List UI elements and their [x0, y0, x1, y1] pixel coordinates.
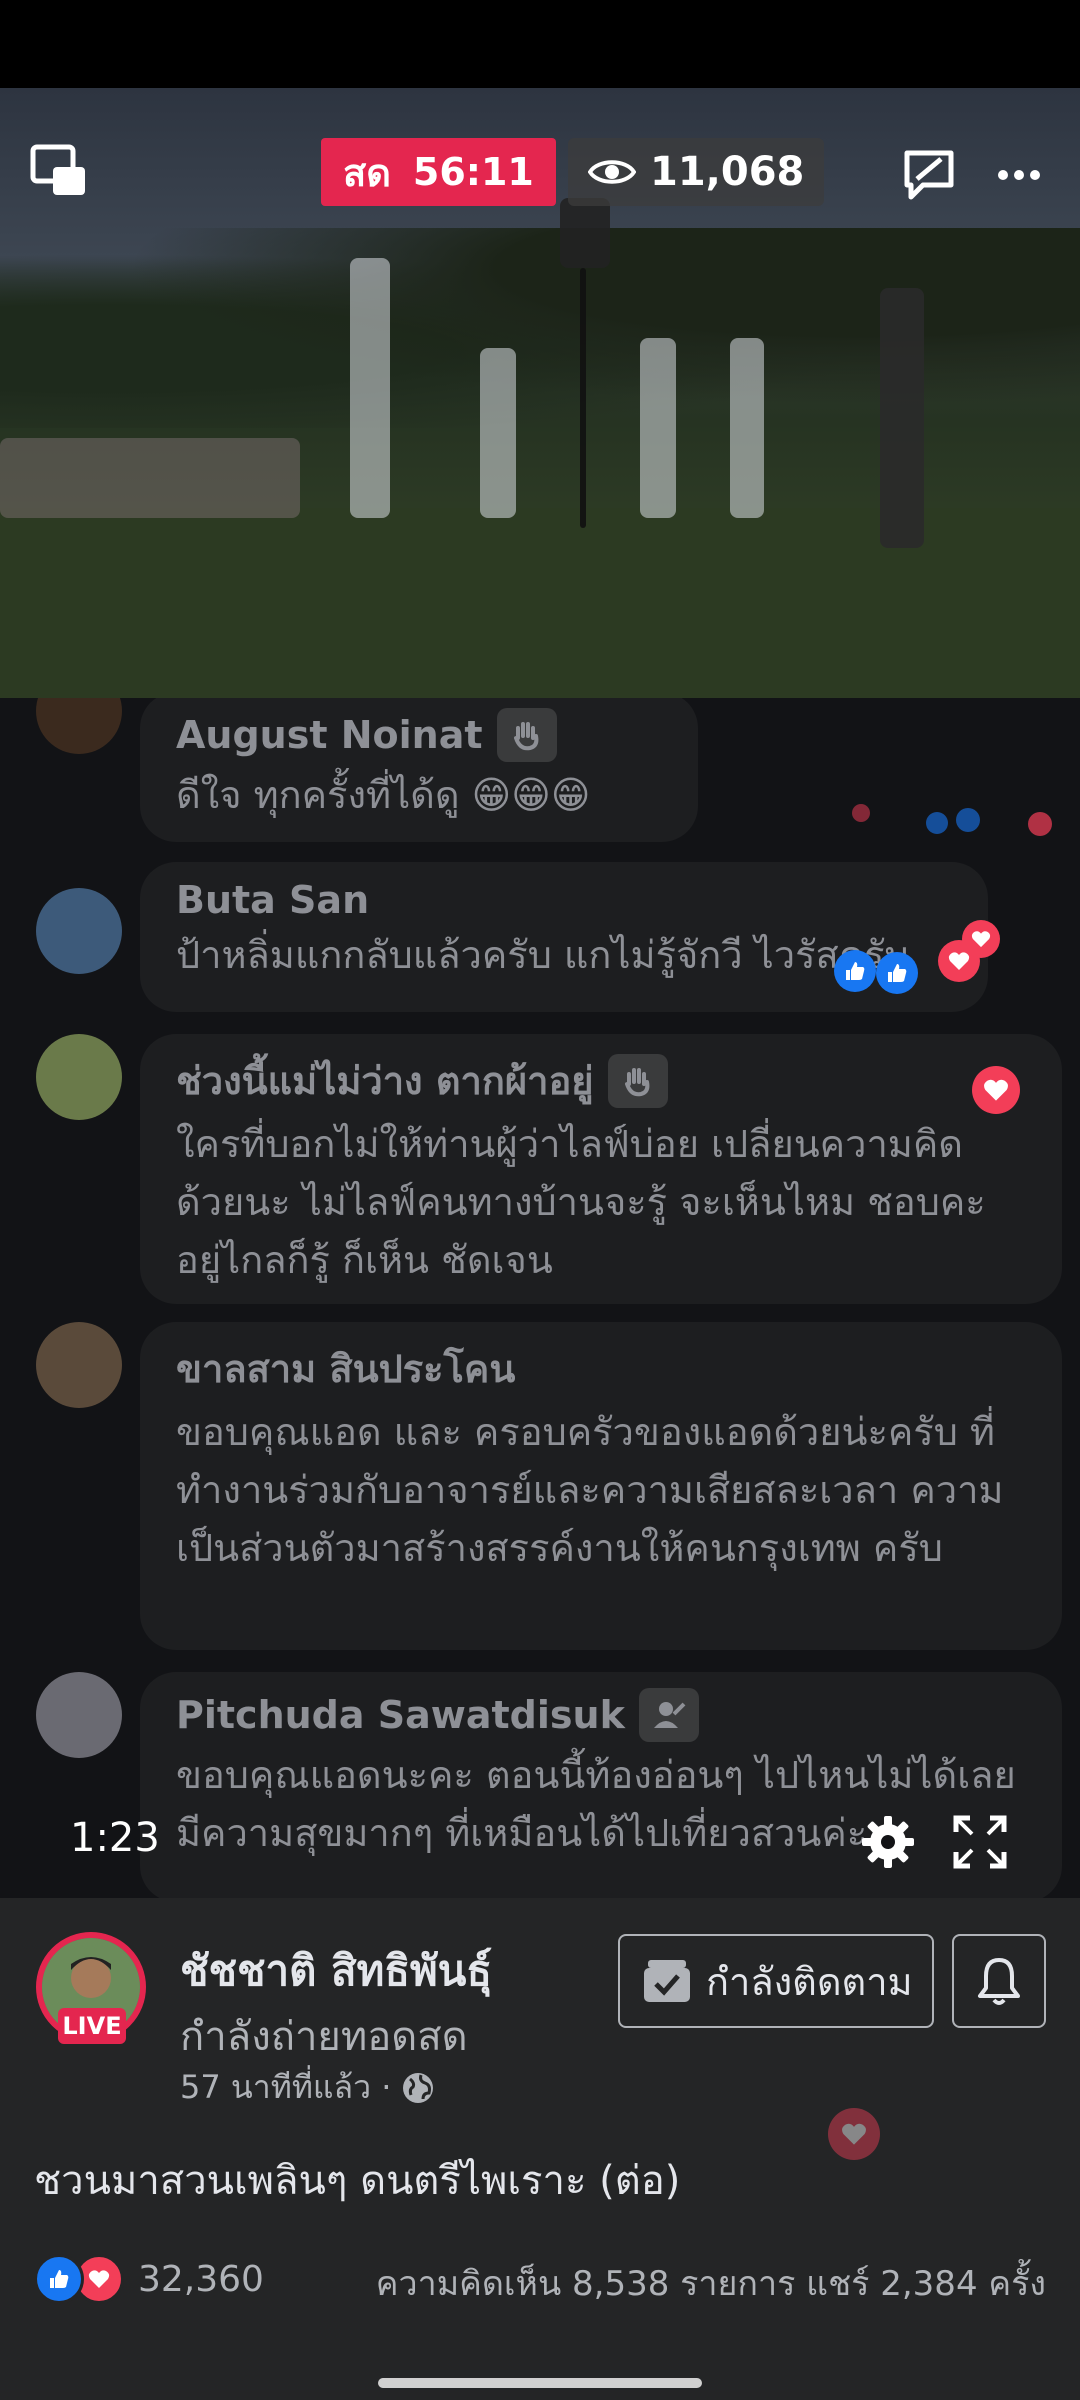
commenter-name: Buta San [176, 878, 370, 922]
following-label: กำลังติดตาม [706, 1959, 913, 2004]
bell-icon [978, 1958, 1020, 2005]
video-audience [0, 438, 300, 518]
heart-reaction-icon [852, 804, 870, 822]
commenter-name: August Noinat [176, 708, 662, 762]
live-label: สด [343, 150, 391, 195]
commenter-avatar [36, 698, 122, 754]
live-duration: 56:11 [412, 150, 534, 194]
reaction-count: 32,360 [138, 2258, 264, 2300]
video-performer [350, 258, 390, 518]
waving-hand-icon [496, 708, 557, 762]
comment-bubble[interactable]: August Noinat ดีใจ ทุกครั้งที่ได้ดู 😁😁😁 [140, 698, 698, 842]
heart-reaction-icon [972, 1066, 1020, 1114]
fullscreen-button[interactable] [948, 1810, 1012, 1874]
eye-icon [588, 160, 636, 184]
commenter-avatar [36, 1034, 122, 1120]
reaction-summary[interactable]: 32,360 [34, 2254, 264, 2304]
live-status: กำลังถ่ายทอดสด [180, 2014, 468, 2060]
comment-text: ดีใจ ทุกครั้งที่ได้ดู 😁😁😁 [176, 773, 591, 817]
more-options-button[interactable] [994, 150, 1044, 200]
heart-reaction-icon [962, 920, 1000, 958]
like-reaction-icon [876, 952, 918, 994]
comment-text: ใครที่บอกไม่ให้ท่านผู้ว่าไลฟ์บ่อย เปลี่ย… [176, 1122, 986, 1282]
heart-reaction-icon [1028, 812, 1052, 836]
elapsed-time: 1:23 [70, 1815, 160, 1861]
comments-shares-count[interactable]: ความคิดเห็น 8,538 รายการ แชร์ 2,384 ครั้… [376, 2256, 1046, 2310]
like-reaction-icon [926, 812, 948, 834]
like-reaction-icon [834, 950, 876, 992]
viewer-count: 11,068 [650, 149, 805, 195]
comment-bubble[interactable]: Pitchuda Sawatdisuk ขอบคุณแอดนะคะ ตอนนี้… [140, 1672, 1062, 1898]
commenter-name: Pitchuda Sawatdisuk [176, 1688, 1026, 1742]
globe-icon [403, 2072, 434, 2103]
commenter-name: ช่วงนี้แม่ไม่ว่าง ตากผ้าอยู่ [176, 1050, 1026, 1111]
live-tag: LIVE [58, 2008, 126, 2044]
comment-bubble[interactable]: ช่วงนี้แม่ไม่ว่าง ตากผ้าอยู่ ใครที่บอกไม… [140, 1034, 1062, 1304]
video-musician [640, 338, 676, 518]
comment-off-icon [904, 150, 954, 200]
video-musician [480, 348, 516, 518]
commenter-name: ขาลสาม สินประโคน [176, 1347, 516, 1391]
fullscreen-icon [953, 1815, 1007, 1869]
hide-comments-button[interactable] [894, 140, 964, 210]
notifications-button[interactable] [952, 1934, 1046, 2028]
video-stand [580, 268, 586, 528]
more-icon [998, 170, 1040, 180]
following-button[interactable]: กำลังติดตาม [618, 1934, 934, 2028]
commenter-avatar [36, 1672, 122, 1758]
settings-button[interactable] [856, 1810, 920, 1874]
video-speaker [560, 198, 610, 268]
page-name[interactable]: ชัชชาติ สิทธิพันธุ์ [180, 1938, 492, 2004]
new-member-icon [638, 1688, 699, 1742]
live-badge: สด 56:11 [321, 138, 556, 206]
comments-feed[interactable]: August Noinat ดีใจ ทุกครั้งที่ได้ดู 😁😁😁 … [0, 698, 1080, 1898]
picture-in-picture-icon [30, 144, 85, 195]
video-conductor [880, 288, 924, 548]
home-indicator[interactable] [378, 2378, 702, 2388]
heart-reaction-icon [828, 2108, 880, 2160]
gear-icon [862, 1816, 914, 1868]
post-description: ชวนมาสวนเพลินๆ ดนตรีไพเราะ (ต่อ) [34, 2158, 681, 2204]
status-bar [0, 0, 1080, 88]
comment-bubble[interactable]: ขาลสาม สินประโคน ขอบคุณแอด และ ครอบครัวข… [140, 1322, 1062, 1650]
viewer-count-badge: 11,068 [568, 138, 825, 206]
waving-hand-icon [607, 1053, 668, 1108]
video-musician [730, 338, 764, 518]
like-reaction-icon [34, 2254, 84, 2304]
post-time: 57 นาทีที่แล้ว · [180, 2062, 435, 2113]
following-check-icon [644, 1960, 690, 2002]
commenter-avatar [36, 888, 122, 974]
like-reaction-icon [956, 808, 980, 832]
comment-text: ขอบคุณแอด และ ครอบครัวของแอดด้วยน่ะครับ … [176, 1410, 1004, 1570]
minimize-button[interactable] [26, 138, 92, 204]
commenter-avatar [36, 1322, 122, 1408]
